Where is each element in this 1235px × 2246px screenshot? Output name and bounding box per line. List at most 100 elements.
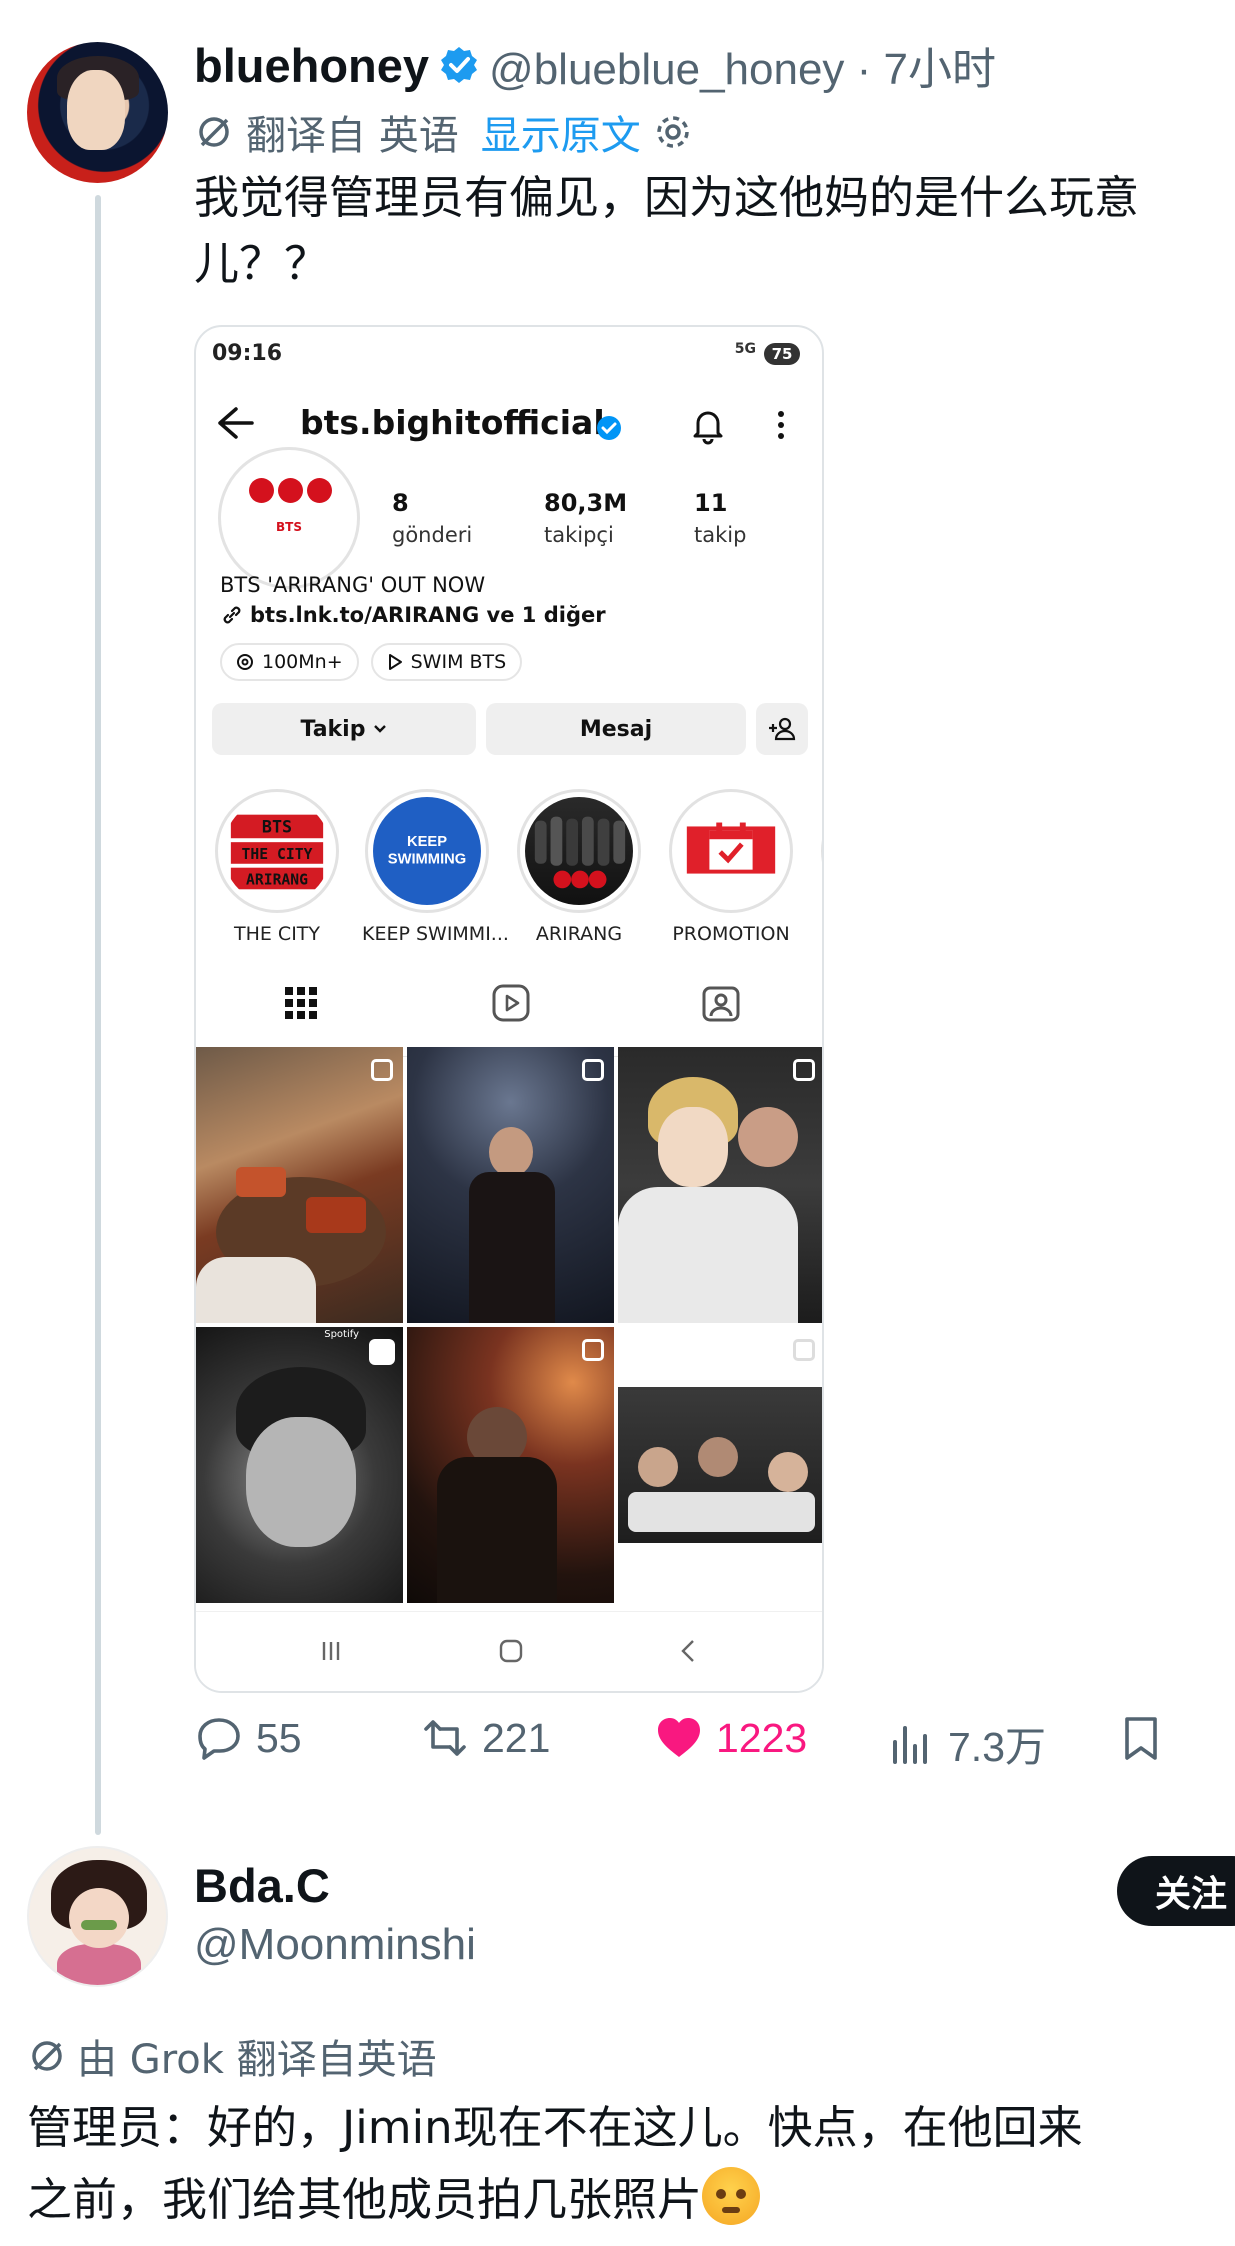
- reply-text-line: 管理员：好的，Jimin现在不在这儿。快点，在他回来: [27, 2101, 1083, 2154]
- translate-icon: [199, 117, 229, 147]
- tagged-icon: [702, 986, 740, 1022]
- translated-from-label: 翻译自 英语: [246, 113, 459, 159]
- gear-icon[interactable]: [653, 112, 693, 152]
- tweet-text-line: 我觉得管理员有偏见，因为这他妈的是什么玩意: [194, 171, 1140, 224]
- keep-swimming-art: KEEP SWIMMING: [388, 834, 467, 868]
- reply-text-line-wrap: 之前，我们给其他成员拍几张照片: [27, 2164, 1235, 2236]
- grid-post: [196, 1047, 403, 1323]
- reply-button[interactable]: 55: [194, 1713, 302, 1763]
- highlight-partial: [818, 789, 822, 913]
- svg-text:THE CITY: THE CITY: [242, 846, 313, 863]
- follow-button[interactable]: 关注: [1117, 1856, 1235, 1926]
- ig-profile-actions: Takip Mesaj: [212, 703, 812, 755]
- ig-username: bts.bighitofficial: [300, 403, 605, 442]
- tweet-header: bluehoney @blueblue_honey · 7小时: [194, 30, 996, 100]
- back-icon: [681, 1640, 694, 1662]
- reel-play-icon: [369, 1339, 395, 1365]
- recents-icon: [322, 1642, 340, 1660]
- multi-photo-icon: [582, 1059, 604, 1081]
- home-icon: [499, 1639, 523, 1663]
- tweet-text: 我觉得管理员有偏见，因为这他妈的是什么玩意 儿？？: [194, 165, 1224, 297]
- follow-label: Takip: [300, 716, 366, 742]
- stat-value: 80,3M: [544, 489, 628, 517]
- spotify-label: Spotify: [324, 1329, 359, 1340]
- ig-add-user-button: [756, 703, 808, 755]
- views-count: 7.3万: [948, 1724, 1046, 1770]
- message-label: Mesaj: [579, 716, 653, 742]
- more-options-icon: [778, 411, 784, 439]
- like-button[interactable]: 1223: [654, 1713, 807, 1763]
- like-count: 1223: [716, 1714, 808, 1761]
- back-arrow-icon: [218, 407, 254, 439]
- highlight-caption: PROMOTION: [672, 923, 790, 945]
- status-time: 09:16: [212, 341, 283, 366]
- stat-label: gönderi: [392, 523, 473, 547]
- author-display-name[interactable]: bluehoney: [194, 38, 429, 93]
- reply-translated-label: 由 Grok 翻译自英语: [77, 2037, 437, 2083]
- grid-icon: [285, 987, 317, 1019]
- author-handle-and-time[interactable]: @blueblue_honey · 7小时: [489, 33, 996, 97]
- link-icon: [223, 606, 241, 624]
- multi-photo-icon: [371, 1059, 393, 1081]
- tweet-action-bar: 55 221 1223 7.3万: [194, 1713, 1194, 1773]
- ig-verified-icon: [597, 416, 621, 440]
- thread-connector-line: [95, 195, 101, 1835]
- grid-post: Spotify: [196, 1327, 403, 1603]
- show-original-link[interactable]: 显示原文: [481, 103, 641, 161]
- author-avatar[interactable]: [27, 42, 168, 183]
- chevron-down-icon: [374, 725, 387, 733]
- threads-chip: 100Mn+: [220, 643, 359, 681]
- retweet-button[interactable]: 221: [420, 1713, 550, 1763]
- stat-label: takipçi: [544, 523, 614, 547]
- views-button[interactable]: 7.3万: [886, 1713, 1046, 1773]
- bts-logo-text: BTS: [276, 520, 302, 534]
- svg-text:ARIRANG: ARIRANG: [246, 871, 308, 888]
- play-icon: [388, 654, 402, 670]
- group-photo-art: [534, 816, 626, 889]
- calendar-icon: [686, 822, 776, 874]
- reply-author-display-name[interactable]: Bda.C: [194, 1858, 330, 1913]
- svg-text:BTS: BTS: [262, 817, 292, 836]
- translate-icon: [32, 2041, 62, 2071]
- heart-icon: [658, 1718, 700, 1757]
- retweet-icon: [424, 1720, 466, 1756]
- avatar-face: [67, 70, 125, 150]
- highlight-keep-swimming: KEEP SWIMMING KEEP SWIMMI...: [362, 789, 509, 945]
- reply-text-line: 之前，我们给其他成员拍几张照片: [27, 2173, 703, 2226]
- attached-image[interactable]: 09:16 5G 75 bts.bighitofficial BTS 8 gön…: [194, 325, 824, 1693]
- the-city-art: BTS THE CITY ARIRANG: [230, 814, 324, 890]
- stat-following: 11 takip: [694, 489, 746, 547]
- ig-chips: 100Mn+ SWIM BTS: [220, 643, 523, 681]
- grid-post: [407, 1327, 614, 1603]
- highlight-caption: THE CITY: [233, 923, 321, 945]
- highlight-caption: KEEP SWIMMI...: [362, 923, 509, 945]
- phone-status-bar: 09:16 5G 75: [196, 327, 822, 383]
- add-person-icon: [769, 717, 796, 741]
- reply-author-avatar[interactable]: [27, 1846, 168, 1987]
- grid-post: [618, 1047, 822, 1323]
- status-signal: 5G: [734, 341, 756, 357]
- bookmark-icon: [1125, 1717, 1157, 1760]
- reply-author-handle[interactable]: @Moonminshi: [194, 1920, 476, 1970]
- retweet-count: 221: [482, 1714, 551, 1761]
- highlight-caption: ARIRANG: [535, 923, 623, 945]
- reply-translation-row: 由 Grok 翻译自英语: [27, 2028, 437, 2084]
- grid-post: [407, 1047, 614, 1323]
- android-nav-bar: [196, 1611, 822, 1691]
- translation-row: 翻译自 英语 显示原文: [194, 104, 693, 160]
- ig-profile-picture: BTS: [218, 447, 360, 589]
- ig-bio-link: bts.lnk.to/ARIRANG ve 1 diğer: [220, 603, 606, 627]
- grid-post: [618, 1327, 822, 1603]
- stat-followers: 80,3M takipçi: [544, 489, 627, 547]
- svg-text:SWIMMING: SWIMMING: [388, 852, 467, 868]
- chip-label: SWIM BTS: [410, 651, 507, 673]
- bookmark-button[interactable]: [1116, 1713, 1166, 1763]
- tweet-text-line: 儿？？: [194, 237, 330, 290]
- ig-link-text: bts.lnk.to/ARIRANG ve 1 diğer: [250, 603, 606, 627]
- stat-posts: 8 gönderi: [392, 489, 472, 547]
- stat-label: takip: [694, 523, 747, 547]
- highlight-arirang: ARIRANG: [514, 789, 644, 945]
- reply-count: 55: [256, 1714, 302, 1761]
- reply-text: 管理员：好的，Jimin现在不在这儿。快点，在他回来 之前，我们给其他成员拍几张…: [27, 2092, 1235, 2236]
- bts-logo: [249, 478, 332, 503]
